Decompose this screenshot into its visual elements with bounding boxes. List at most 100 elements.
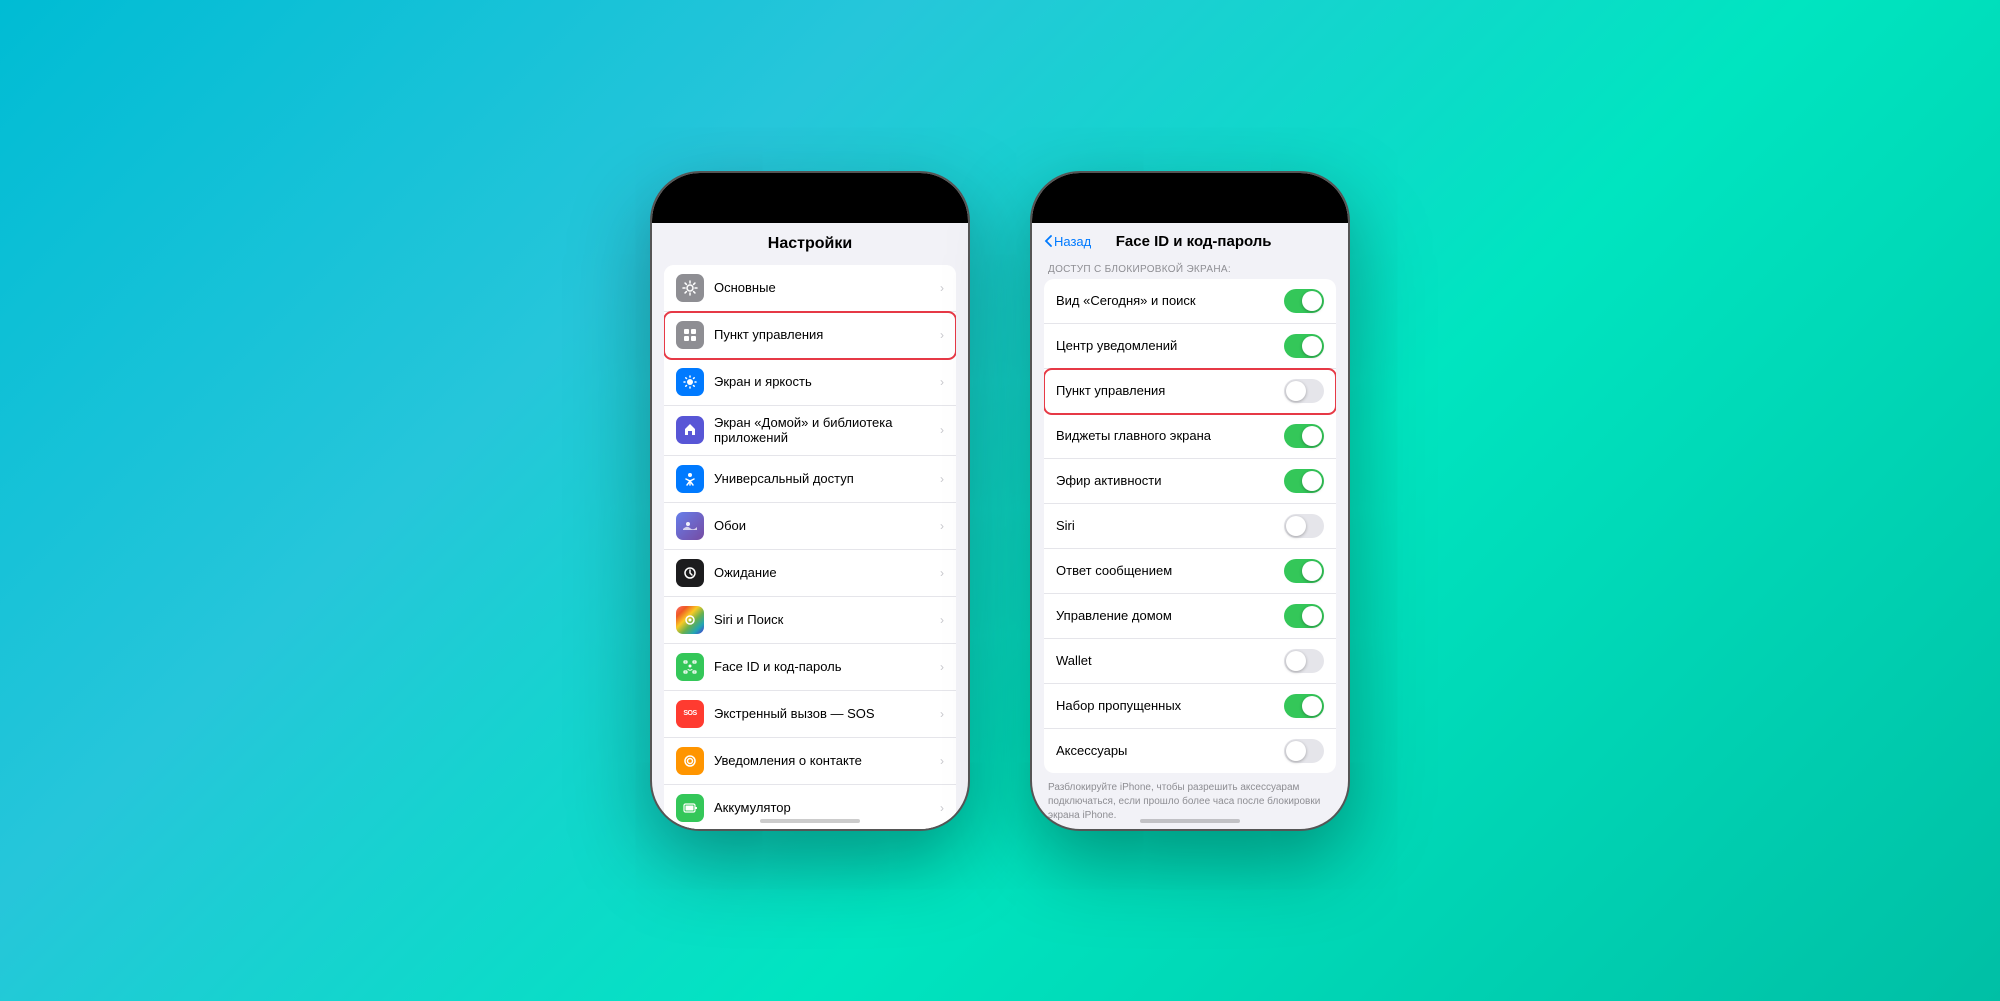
osnovnye-chevron: › [940, 281, 944, 295]
phone1-settings-list: Основные › Пункт управления › [652, 261, 968, 829]
phone2-home-indicator [1140, 819, 1240, 823]
akkum-icon [676, 794, 704, 822]
settings-item-uvedom[interactable]: Уведомления о контакте › [664, 738, 956, 785]
back-button[interactable]: Назад [1044, 234, 1091, 249]
faceid-item-efir[interactable]: Эфир активности [1044, 459, 1336, 504]
settings-item-oboi[interactable]: Обои › [664, 503, 956, 550]
ekran-label: Экран и яркость [714, 374, 940, 390]
punkt2-label: Пункт управления [1056, 383, 1284, 398]
siri-chevron: › [940, 613, 944, 627]
settings-item-siri[interactable]: Siri и Поиск › [664, 597, 956, 644]
vidzhet-label: Виджеты главного экрана [1056, 428, 1284, 443]
univ-chevron: › [940, 472, 944, 486]
nabor-label: Набор пропущенных [1056, 698, 1284, 713]
dom2-label: Управление домом [1056, 608, 1284, 623]
phone2-header: Назад Face ID и код-пароль [1032, 223, 1348, 258]
punkt2-toggle[interactable] [1284, 379, 1324, 403]
dom-home-icon [676, 416, 704, 444]
tsentr-toggle[interactable] [1284, 334, 1324, 358]
phone2: 10:05 Назад Face ID и код-пароль ДОСТУП … [1030, 171, 1350, 831]
phone2-title: Face ID и код-пароль [1091, 233, 1296, 250]
akkum-chevron: › [940, 801, 944, 815]
oboi-icon [676, 512, 704, 540]
phone1: 10:03 Настройки Основные › [650, 171, 970, 831]
battery-icon-2 [1302, 207, 1324, 217]
ekran-chevron: › [940, 375, 944, 389]
signal-icon-2 [1266, 207, 1280, 217]
wallet2-label: Wallet [1056, 653, 1284, 668]
oboi-chevron: › [940, 519, 944, 533]
phone1-main-section: Основные › Пункт управления › [664, 265, 956, 829]
settings-item-osnovnye[interactable]: Основные › [664, 265, 956, 312]
faceid-settings-icon [676, 653, 704, 681]
settings-item-dom[interactable]: Экран «Домой» и библиотека приложений › [664, 406, 956, 456]
punkt-label: Пункт управления [714, 327, 940, 343]
faceid-item-siri2[interactable]: Siri [1044, 504, 1336, 549]
back-label: Назад [1054, 234, 1091, 249]
ozhid-label: Ожидание [714, 565, 940, 581]
uvedom-chevron: › [940, 754, 944, 768]
faceid-item-vidzhet[interactable]: Виджеты главного экрана [1044, 414, 1336, 459]
punkt-chevron: › [940, 328, 944, 342]
faceid-chevron: › [940, 660, 944, 674]
ekran-icon [676, 368, 704, 396]
sos-icon: SOS [676, 700, 704, 728]
faceid-item-otvet[interactable]: Ответ сообщением [1044, 549, 1336, 594]
akc-label: Аксессуары [1056, 743, 1284, 758]
access-section-header: ДОСТУП С БЛОКИРОВКОЙ ЭКРАНА: [1032, 258, 1348, 279]
vid-label: Вид «Сегодня» и поиск [1056, 293, 1284, 308]
siri2-toggle[interactable] [1284, 514, 1324, 538]
univ-label: Универсальный доступ [714, 471, 940, 487]
settings-item-punkt[interactable]: Пункт управления › [664, 312, 956, 359]
settings-item-sos[interactable]: SOS Экстренный вызов — SOS › [664, 691, 956, 738]
univ-icon [676, 465, 704, 493]
dom-chevron: › [940, 423, 944, 437]
phone2-time: 10:05 [1056, 202, 1089, 217]
efir-toggle[interactable] [1284, 469, 1324, 493]
settings-item-faceid[interactable]: Face ID и код-пароль › [664, 644, 956, 691]
phone1-time: 10:03 [676, 202, 709, 217]
osnovnye-label: Основные [714, 280, 940, 296]
phone1-status-bar: 10:03 [652, 173, 968, 223]
otvet-label: Ответ сообщением [1056, 563, 1284, 578]
vid-toggle[interactable] [1284, 289, 1324, 313]
nabor-toggle[interactable] [1284, 694, 1324, 718]
akc-toggle[interactable] [1284, 739, 1324, 763]
vidzhet-toggle[interactable] [1284, 424, 1324, 448]
sos-chevron: › [940, 707, 944, 721]
faceid-item-dom2[interactable]: Управление домом [1044, 594, 1336, 639]
settings-item-ozhid[interactable]: Ожидание › [664, 550, 956, 597]
phone1-status-icons [886, 207, 944, 217]
phone2-status-icons [1266, 207, 1324, 217]
tsentr-label: Центр уведомлений [1056, 338, 1284, 353]
phone2-main-section: Вид «Сегодня» и поиск Центр уведомлений … [1044, 279, 1336, 773]
faceid-item-punkt[interactable]: Пункт управления [1044, 369, 1336, 414]
uvedom-icon [676, 747, 704, 775]
wifi-icon [904, 207, 918, 217]
oboi-label: Обои [714, 518, 940, 534]
siri-icon [676, 606, 704, 634]
settings-item-univ[interactable]: Универсальный доступ › [664, 456, 956, 503]
faceid-label: Face ID и код-пароль [714, 659, 940, 675]
osnovnye-icon [676, 274, 704, 302]
faceid-item-wallet[interactable]: Wallet [1044, 639, 1336, 684]
faceid-item-tsentr[interactable]: Центр уведомлений [1044, 324, 1336, 369]
phone2-status-bar: 10:05 [1032, 173, 1348, 223]
phone2-wrapper: 10:05 Назад Face ID и код-пароль ДОСТУП … [1030, 171, 1350, 831]
wifi-icon-2 [1284, 207, 1298, 217]
back-chevron-icon [1044, 235, 1052, 247]
wallet2-toggle[interactable] [1284, 649, 1324, 673]
sos-label: Экстренный вызов — SOS [714, 706, 940, 722]
faceid-item-vid[interactable]: Вид «Сегодня» и поиск [1044, 279, 1336, 324]
akkum-label: Аккумулятор [714, 800, 940, 816]
phone1-screen: Настройки Основные › [652, 223, 968, 829]
dom-label: Экран «Домой» и библиотека приложений [714, 415, 940, 446]
settings-item-ekran[interactable]: Экран и яркость › [664, 359, 956, 406]
ozhid-icon [676, 559, 704, 587]
faceid-item-nabor[interactable]: Набор пропущенных [1044, 684, 1336, 729]
dom2-toggle[interactable] [1284, 604, 1324, 628]
faceid-item-akc[interactable]: Аксессуары [1044, 729, 1336, 773]
phone1-wrapper: 10:03 Настройки Основные › [650, 171, 970, 831]
phone1-home-indicator [760, 819, 860, 823]
otvet-toggle[interactable] [1284, 559, 1324, 583]
